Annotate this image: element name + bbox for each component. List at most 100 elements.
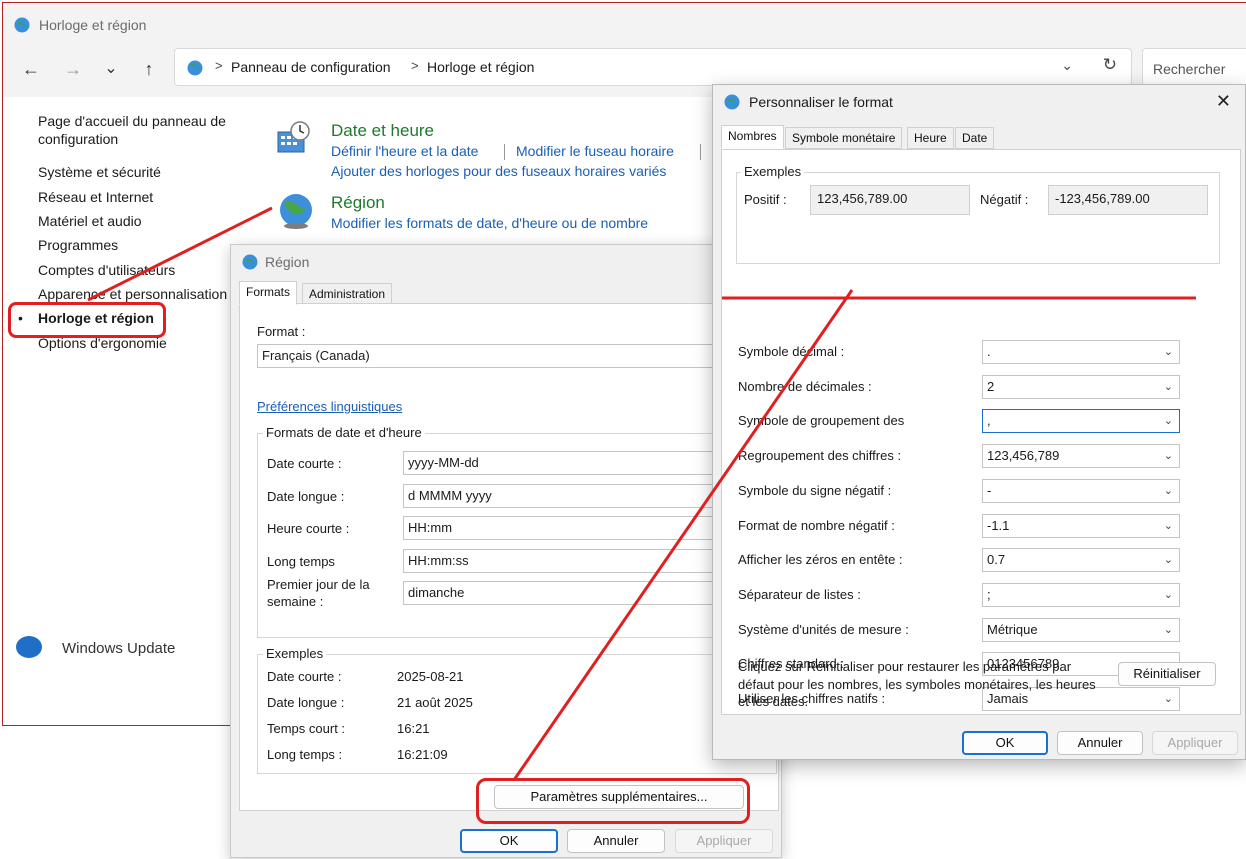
chevron-down-icon: ⌄ [1163, 519, 1173, 532]
refresh-icon[interactable]: ↻ [1103, 55, 1117, 75]
short-date-label: Date courte : [267, 456, 342, 471]
leading-zeros-label: Afficher les zéros en entête : [738, 552, 903, 568]
category-title-region[interactable]: Région [331, 193, 385, 213]
leading-zeros-select[interactable]: 0.7 ⌄ [982, 548, 1180, 573]
list-separator-select[interactable]: ; ⌄ [982, 582, 1180, 607]
windows-update-label[interactable]: Windows Update [62, 640, 175, 657]
formats-panel: Format : Français (Canada) ⌄ Préférences… [239, 303, 779, 811]
annotation-highlight-clock-region [8, 302, 166, 338]
digit-grouping-select[interactable]: 123,456,789 ⌄ [982, 444, 1180, 469]
short-time-value: HH:mm [408, 520, 453, 535]
tab-administration[interactable]: Administration [302, 283, 393, 305]
windows-update-icon [16, 636, 42, 658]
example-short-time-value: 16:21 [397, 721, 430, 736]
link-change-formats[interactable]: Modifier les formats de date, d'heure ou… [331, 215, 648, 231]
example-long-date-value: 21 août 2025 [397, 695, 473, 710]
region-cancel-button[interactable]: Annuler [567, 829, 665, 853]
forward-arrow-icon[interactable]: → [62, 58, 84, 80]
breadcrumb-separator-icon: > [215, 58, 223, 73]
measurement-system-value: Métrique [987, 621, 1038, 637]
tab-date[interactable]: Date [955, 127, 995, 149]
long-time-label: Long temps [267, 554, 335, 569]
sidebar-item-appearance[interactable]: Apparence et personnalisation [38, 286, 227, 302]
up-arrow-icon[interactable]: ↑ [138, 58, 160, 80]
long-date-label: Date longue : [267, 489, 345, 504]
format-select[interactable]: Français (Canada) ⌄ [257, 344, 777, 368]
search-placeholder: Rechercher [1153, 61, 1226, 77]
tab-time[interactable]: Heure [907, 127, 954, 149]
sidebar-control-panel-home[interactable]: Page d'accueil du panneau de configurati… [38, 112, 248, 148]
link-set-time-date[interactable]: Définir l'heure et la date [331, 143, 478, 159]
sidebar-item-programs[interactable]: Programmes [38, 237, 118, 253]
digit-grouping-label: Regroupement des chiffres : [738, 448, 902, 464]
decimal-count-select[interactable]: 2 ⌄ [982, 374, 1180, 399]
recent-locations-chevron-icon[interactable]: ⌄ [100, 58, 122, 80]
category-title-date-time[interactable]: Date et heure [331, 121, 434, 141]
region-ok-button[interactable]: OK [460, 829, 558, 853]
format-apply-button[interactable]: Appliquer [1152, 731, 1238, 755]
close-icon[interactable]: ✕ [1216, 91, 1231, 112]
measurement-system-label: Système d'unités de mesure : [738, 621, 909, 637]
decimal-count-label: Nombre de décimales : [738, 378, 872, 394]
digit-grouping-value: 123,456,789 [987, 448, 1060, 464]
negative-value: -123,456,789.00 [1055, 191, 1150, 206]
language-preferences-link[interactable]: Préférences linguistiques [257, 399, 402, 414]
negative-sign-select[interactable]: - ⌄ [982, 478, 1180, 503]
reset-button[interactable]: Réinitialiser [1118, 662, 1216, 686]
example-short-date-label: Date courte : [267, 669, 342, 684]
negative-sign-value: - [987, 482, 992, 498]
format-value: Français (Canada) [262, 348, 370, 363]
measurement-system-select[interactable]: Métrique ⌄ [982, 617, 1180, 642]
link-separator [504, 144, 505, 160]
chevron-down-icon: ⌄ [1163, 588, 1173, 601]
examples-title: Exemples [263, 646, 327, 661]
negative-format-label: Format de nombre négatif : [738, 517, 895, 533]
tab-currency[interactable]: Symbole monétaire [785, 127, 903, 149]
negative-example: -123,456,789.00 [1048, 185, 1208, 215]
leading-zeros-value: 0.7 [987, 552, 1006, 568]
reset-description: Cliquez sur Réinitialiser pour restaurer… [738, 659, 1096, 709]
decimal-symbol-select[interactable]: . ⌄ [982, 340, 1180, 364]
format-ok-button[interactable]: OK [962, 731, 1048, 755]
negative-format-select[interactable]: -1.1 ⌄ [982, 513, 1180, 538]
region-dialog: Région Formats Administration Format : F… [230, 244, 782, 858]
tab-formats[interactable]: Formats [239, 281, 298, 305]
negative-label: Négatif : [980, 192, 1029, 207]
address-dropdown-icon[interactable]: ⌄ [1061, 57, 1073, 74]
grouping-symbol-value: , [987, 413, 991, 429]
sidebar-item-user-accounts[interactable]: Comptes d'utilisateurs [38, 262, 175, 278]
sidebar-item-system-security[interactable]: Système et sécurité [38, 164, 161, 180]
annotation-highlight-additional-settings [476, 778, 750, 824]
breadcrumb-control-panel[interactable]: Panneau de configuration [231, 59, 391, 75]
globe-icon [724, 94, 740, 110]
customize-format-dialog: Personnaliser le format ✕ Nombres Symbol… [712, 84, 1246, 760]
search-input[interactable]: Rechercher [1142, 48, 1246, 86]
back-arrow-icon[interactable]: ← [20, 58, 42, 80]
region-apply-button[interactable]: Appliquer [675, 829, 773, 853]
chevron-down-icon: ⌄ [1163, 450, 1173, 463]
sidebar-item-network[interactable]: Réseau et Internet [38, 189, 153, 205]
region-dialog-title: Région [265, 254, 310, 270]
control-panel-globe-icon [187, 60, 203, 76]
sidebar-item-hardware-audio[interactable]: Matériel et audio [38, 213, 142, 229]
link-add-clocks[interactable]: Ajouter des horloges pour des fuseaux ho… [331, 163, 666, 179]
positive-value: 123,456,789.00 [817, 191, 908, 206]
example-short-time-label: Temps court : [267, 721, 346, 736]
example-short-date-value: 2025-08-21 [397, 669, 464, 684]
date-time-formats-title: Formats de date et d'heure [263, 425, 425, 440]
negative-sign-label: Symbole du signe négatif : [738, 482, 892, 498]
format-cancel-button[interactable]: Annuler [1057, 731, 1143, 755]
numbers-panel: Exemples Positif : 123,456,789.00 Négati… [721, 149, 1241, 715]
address-bar[interactable]: > Panneau de configuration > Horloge et … [174, 48, 1132, 86]
decimal-count-value: 2 [987, 378, 995, 394]
breadcrumb-separator-icon: > [411, 58, 419, 73]
globe-icon [242, 254, 258, 270]
tab-numbers[interactable]: Nombres [721, 125, 784, 149]
grouping-symbol-select[interactable]: , ⌄ [982, 409, 1180, 434]
short-date-value: yyyy-MM-dd [408, 455, 479, 470]
link-change-time-zone[interactable]: Modifier le fuseau horaire [516, 143, 674, 159]
breadcrumb-clock-region[interactable]: Horloge et région [427, 59, 534, 75]
examples-title: Exemples [741, 164, 805, 179]
chevron-down-icon: ⌄ [1163, 623, 1173, 636]
list-separator-value: ; [987, 586, 991, 602]
